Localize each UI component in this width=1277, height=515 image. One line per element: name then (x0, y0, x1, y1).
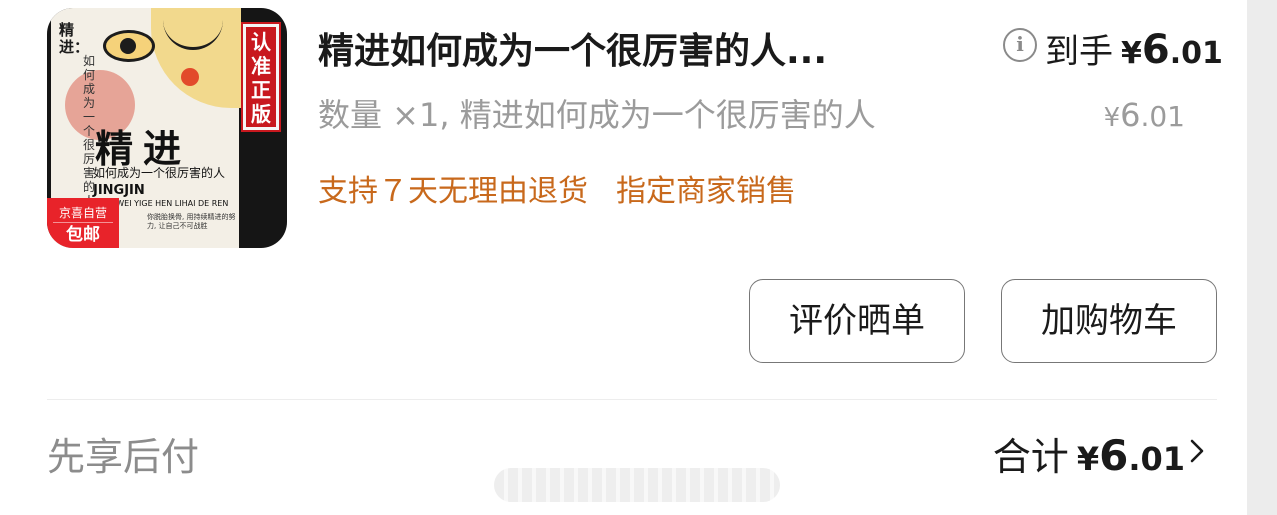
seller-tag: 指定商家销售 (616, 174, 796, 209)
free-shipping-label: 包邮 (66, 225, 100, 245)
divider (47, 399, 1217, 400)
add-to-cart-button[interactable]: 加购物车 (1001, 279, 1217, 363)
unit-price-integer: 6 (1120, 96, 1141, 134)
unit-price: ¥6.01 (1104, 96, 1185, 134)
product-thumbnail[interactable]: 精进： 如何成为一个很厉害的人 精进 如何成为一个很厉害的人 JINGJIN H… (47, 8, 287, 248)
product-title[interactable]: 精进如何成为一个很厉害的人... (318, 22, 918, 74)
cover-english-title: JINGJIN (93, 183, 145, 198)
order-total[interactable]: 合计 ¥6.01 (993, 426, 1185, 481)
final-price-integer: 6 (1141, 27, 1170, 73)
total-label: 合计 (992, 435, 1069, 479)
service-tags: 支持７天无理由退货 指定商家销售 (318, 166, 796, 210)
pay-later-label[interactable]: 先享后付 (47, 426, 199, 481)
total-decimal: .01 (1128, 440, 1185, 478)
return-policy-tag: 支持７天无理由退货 (318, 174, 588, 209)
order-item-card: 精进： 如何成为一个很厉害的人 精进 如何成为一个很厉害的人 JINGJIN H… (0, 0, 1247, 515)
final-price-currency: ¥ (1121, 36, 1142, 71)
review-button[interactable]: 评价晒单 (749, 279, 965, 363)
cover-subtitle: 如何成为一个很厉害的人 (93, 166, 226, 180)
jd-self-label: 京喜自营 (53, 198, 113, 223)
unit-price-decimal: .01 (1140, 100, 1185, 133)
info-icon[interactable]: i (1003, 28, 1037, 62)
authentic-badge: 认准正版 (241, 22, 281, 132)
final-price: 到手 ¥6.01 (1045, 24, 1223, 73)
final-price-label: 到手 (1045, 32, 1113, 72)
chevron-right-icon[interactable] (1189, 438, 1205, 464)
cover-blurb: 你脱胎换骨, 用持续精进的努力, 让自己不可战胜 (147, 213, 236, 230)
jd-self-operated-tag: 京喜自营 包邮 (47, 198, 119, 248)
product-spec: 数量 ×1, 精进如何成为一个很厉害的人 (318, 96, 876, 134)
total-integer: 6 (1099, 431, 1129, 480)
total-currency: ¥ (1076, 440, 1100, 478)
final-price-decimal: .01 (1169, 36, 1223, 71)
cover-red-dot (181, 68, 199, 86)
watermark-overlay (494, 468, 780, 502)
cover-eye-illustration (103, 30, 155, 62)
cover-vertical-title: 精进： (59, 21, 90, 56)
unit-price-currency: ¥ (1103, 103, 1121, 133)
